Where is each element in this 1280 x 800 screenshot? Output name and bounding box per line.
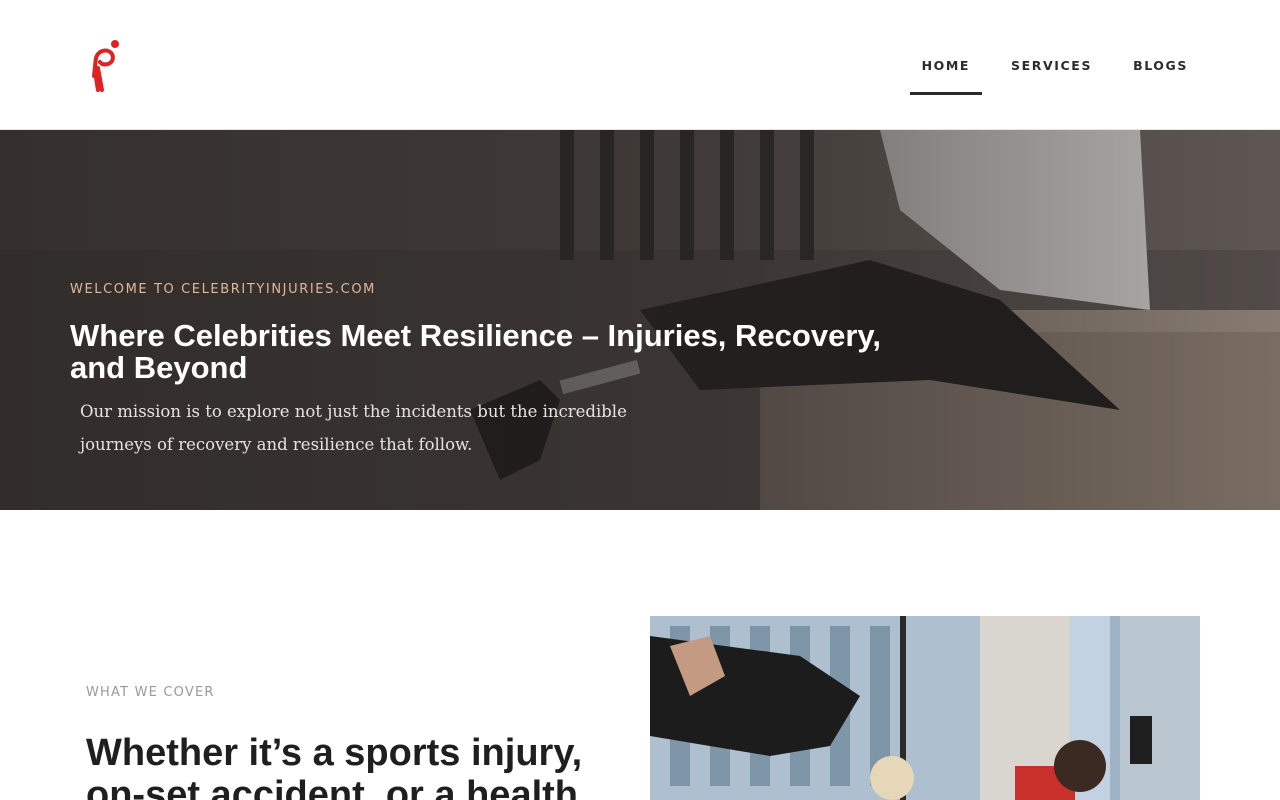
interview-photo (650, 616, 1200, 800)
logo-figure (92, 48, 115, 92)
hero-title: Where Celebrities Meet Resilience – Inju… (70, 318, 881, 385)
nav-blogs[interactable]: BLOGS (1121, 36, 1200, 95)
site-header: HOME SERVICES BLOGS (0, 0, 1280, 130)
hero-section: WELCOME TO CELEBRITYINJURIES.COM Where C… (0, 130, 1280, 510)
cover-title: Whether it’s a sports injury, on-set acc… (86, 732, 583, 800)
hero-eyebrow: WELCOME TO CELEBRITYINJURIES.COM (70, 282, 377, 297)
hero-description: Our mission is to explore not just the i… (80, 402, 627, 454)
main-nav: HOME SERVICES BLOGS (893, 0, 1200, 130)
cover-eyebrow: WHAT WE COVER (86, 685, 215, 700)
nav-home[interactable]: HOME (909, 36, 983, 95)
brand-logo[interactable] (88, 38, 124, 94)
logo-dot (111, 40, 119, 48)
nav-services[interactable]: SERVICES (999, 36, 1104, 95)
